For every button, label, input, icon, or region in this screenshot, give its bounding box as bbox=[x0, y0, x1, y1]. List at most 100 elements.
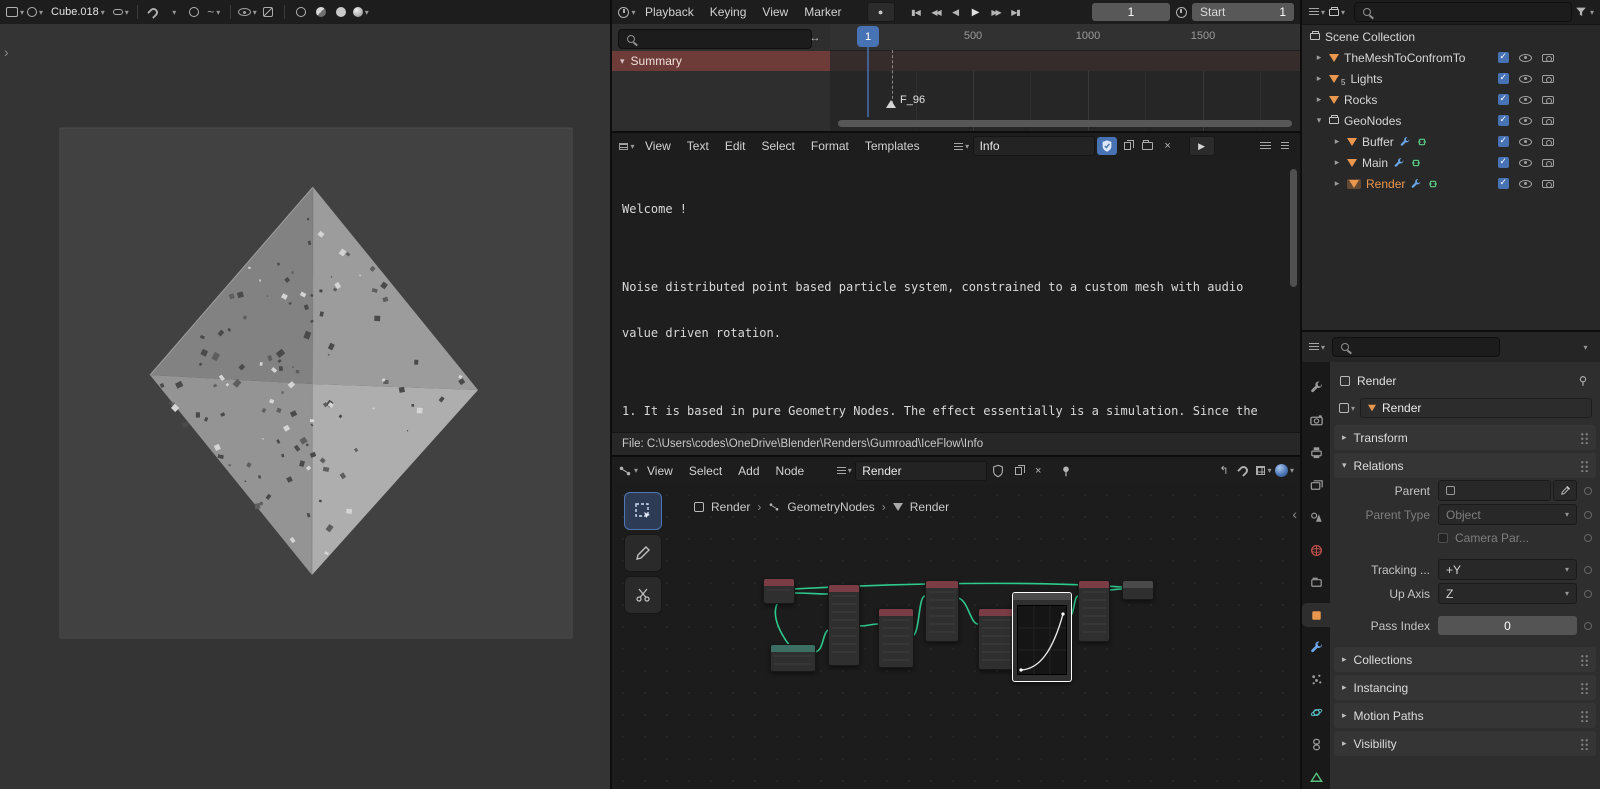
object-name-field[interactable]: Render bbox=[1360, 398, 1592, 418]
shading-material-button[interactable] bbox=[332, 3, 350, 21]
panel-collections[interactable]: ▸ Collections bbox=[1334, 647, 1596, 672]
menu-keying[interactable]: Keying bbox=[703, 3, 754, 21]
tab-world[interactable] bbox=[1302, 538, 1330, 561]
node[interactable] bbox=[878, 608, 914, 668]
camera-icon[interactable] bbox=[1542, 74, 1554, 83]
menu-select[interactable]: Select bbox=[755, 137, 802, 155]
menu-playback[interactable]: Playback bbox=[638, 3, 701, 21]
marker-triangle-icon[interactable] bbox=[886, 100, 896, 108]
play-reverse-button[interactable]: ◀ bbox=[947, 3, 965, 21]
tab-view-layer[interactable] bbox=[1302, 473, 1330, 496]
unlink-nodetree-button[interactable]: × bbox=[1029, 462, 1047, 480]
current-frame-field[interactable]: 1 bbox=[1092, 3, 1170, 21]
menu-node[interactable]: Node bbox=[769, 462, 812, 480]
jump-start-button[interactable]: ▮◀ bbox=[907, 3, 925, 21]
editor-type-button[interactable]: ▾ bbox=[1308, 3, 1326, 21]
filter-dropdown[interactable]: ▾ bbox=[1574, 3, 1594, 21]
tab-modifiers[interactable] bbox=[1302, 636, 1330, 659]
parent-type-dropdown[interactable]: Object ▾ bbox=[1438, 504, 1577, 525]
prev-keyframe-button[interactable]: ◀◀ bbox=[927, 3, 945, 21]
node[interactable] bbox=[925, 580, 959, 642]
pass-index-field[interactable]: 0 bbox=[1438, 616, 1577, 635]
visibility-dropdown[interactable]: ▾ bbox=[237, 3, 257, 21]
falloff-dropdown[interactable]: ~ ▾ bbox=[205, 3, 223, 21]
playhead-handle[interactable]: 1 bbox=[857, 26, 879, 47]
viewport-canvas[interactable]: › bbox=[0, 24, 610, 789]
tab-render[interactable] bbox=[1302, 408, 1330, 431]
parent-object-field[interactable] bbox=[1438, 480, 1551, 501]
unlink-text-button[interactable]: × bbox=[1159, 137, 1177, 155]
menu-add[interactable]: Add bbox=[731, 462, 766, 480]
menu-templates[interactable]: Templates bbox=[858, 137, 927, 155]
fake-user-shield-toggle[interactable] bbox=[989, 462, 1007, 480]
nodetree-datablock-dropdown[interactable]: ▾ bbox=[835, 462, 853, 480]
eye-icon[interactable] bbox=[1519, 179, 1532, 188]
camera-icon[interactable] bbox=[1542, 53, 1554, 62]
outliner-row-lights[interactable]: ▸ 5 Lights bbox=[1302, 68, 1600, 89]
timeline-hscrollbar[interactable] bbox=[838, 120, 1292, 127]
text-editor-content[interactable]: Welcome ! Noise distributed point based … bbox=[612, 159, 1300, 455]
panel-visibility[interactable]: ▸ Visibility bbox=[1334, 731, 1596, 756]
checkbox-icon[interactable] bbox=[1438, 532, 1448, 543]
tab-physics[interactable] bbox=[1302, 701, 1330, 724]
tracking-axis-dropdown[interactable]: +Y ▾ bbox=[1438, 559, 1577, 580]
drag-handle-icon[interactable] bbox=[1579, 737, 1588, 750]
drag-handle-icon[interactable] bbox=[1579, 653, 1588, 666]
tab-tool[interactable] bbox=[1302, 376, 1330, 399]
decorator-dot[interactable] bbox=[1584, 510, 1592, 519]
object-id-dropdown[interactable]: ▾ bbox=[1338, 399, 1356, 417]
timeline-ruler[interactable]: 500 1000 1500 bbox=[830, 24, 1300, 51]
decorator-dot[interactable] bbox=[1584, 486, 1592, 495]
xray-toggle[interactable] bbox=[259, 3, 277, 21]
snap-dropdown[interactable]: ▾ bbox=[165, 3, 183, 21]
camera-icon[interactable] bbox=[1542, 116, 1554, 125]
outliner-row-scene-collection[interactable]: Scene Collection bbox=[1302, 26, 1600, 47]
parent-tree-button[interactable]: ↰ bbox=[1215, 462, 1233, 480]
tab-object-data[interactable] bbox=[1302, 766, 1330, 789]
shading-wireframe-button[interactable] bbox=[292, 3, 310, 21]
properties-search-input[interactable] bbox=[1332, 337, 1500, 357]
checkbox-icon[interactable] bbox=[1498, 72, 1509, 84]
play-button[interactable]: ▶ bbox=[967, 3, 985, 21]
checkbox-icon[interactable] bbox=[1498, 135, 1509, 147]
editor-type-button[interactable]: ▾ bbox=[1308, 338, 1326, 356]
decorator-dot[interactable] bbox=[1584, 533, 1592, 542]
tab-particles[interactable] bbox=[1302, 668, 1330, 691]
checkbox-icon[interactable] bbox=[1498, 114, 1509, 126]
panel-motion-paths[interactable]: ▸ Motion Paths bbox=[1334, 703, 1596, 728]
timeline-keyframe-panel[interactable]: 500 1000 1500 1 F_96 bbox=[830, 24, 1300, 131]
node-float-curve-selected[interactable] bbox=[1012, 592, 1072, 682]
camera-icon[interactable] bbox=[1542, 95, 1554, 104]
eye-icon[interactable] bbox=[1519, 95, 1532, 104]
camera-icon[interactable] bbox=[1542, 158, 1554, 167]
eye-icon[interactable] bbox=[1519, 158, 1532, 167]
snap-dropdown[interactable]: ▾ bbox=[1255, 462, 1273, 480]
jump-end-button[interactable]: ▶▮ bbox=[1007, 3, 1025, 21]
drag-handle-icon[interactable] bbox=[1579, 681, 1588, 694]
disclosure-icon[interactable]: ▸ bbox=[1332, 178, 1342, 189]
tab-object-active[interactable] bbox=[1302, 603, 1330, 627]
mode-dropdown[interactable]: ▾ bbox=[26, 3, 44, 21]
pin-toggle[interactable] bbox=[1576, 374, 1590, 388]
node[interactable] bbox=[770, 644, 816, 672]
disclosure-icon[interactable]: ▸ bbox=[1332, 136, 1342, 147]
checkbox-icon[interactable] bbox=[1498, 93, 1509, 105]
menu-marker[interactable]: Marker bbox=[797, 3, 848, 21]
auto-keying-button[interactable]: ● bbox=[866, 2, 895, 22]
eyedropper-button[interactable] bbox=[1553, 480, 1577, 501]
tab-output[interactable] bbox=[1302, 441, 1330, 464]
pin-toggle[interactable] bbox=[1057, 462, 1075, 480]
curve-widget[interactable] bbox=[1018, 606, 1066, 674]
checkbox-icon[interactable] bbox=[1498, 156, 1509, 168]
outliner-row-rocks[interactable]: ▸ Rocks bbox=[1302, 89, 1600, 110]
node-group-output[interactable] bbox=[1122, 580, 1154, 600]
disclosure-icon[interactable]: ▸ bbox=[1332, 157, 1342, 168]
shading-solid-button[interactable] bbox=[312, 3, 330, 21]
outliner-row-main[interactable]: ▸ Main bbox=[1302, 152, 1600, 173]
menu-view[interactable]: View bbox=[638, 137, 678, 155]
outliner-row-buffer[interactable]: ▸ Buffer bbox=[1302, 131, 1600, 152]
properties-options-dropdown[interactable]: ▾ bbox=[1576, 338, 1594, 356]
decorator-dot[interactable] bbox=[1584, 565, 1592, 574]
eye-icon[interactable] bbox=[1519, 137, 1532, 146]
drag-handle-icon[interactable] bbox=[1579, 431, 1588, 444]
